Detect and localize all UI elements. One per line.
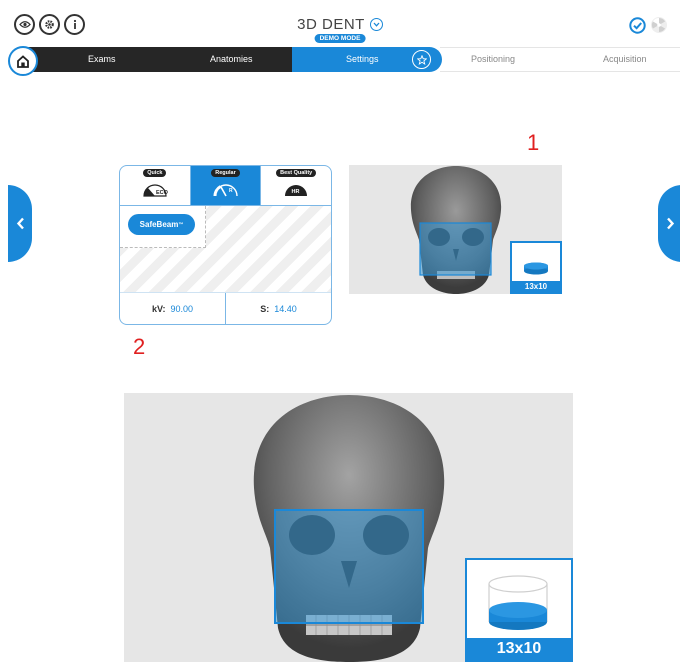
nav-item-acquisition[interactable]: Acquisition (603, 54, 647, 64)
demo-mode-badge: DEMO MODE (314, 34, 366, 43)
previous-step-button[interactable] (8, 185, 32, 262)
fov-size-label-large: 13x10 (467, 638, 571, 660)
fov-preview-large[interactable]: 13x10 (124, 393, 573, 662)
kv-value: 90.00 (170, 303, 194, 314)
safebeam-label: SafeBeam (139, 220, 179, 229)
nav-item-exams[interactable]: Exams (88, 54, 116, 64)
nav-item-positioning[interactable]: Positioning (471, 54, 515, 64)
regular-gauge-icon: R (213, 184, 238, 197)
safebeam-button[interactable]: SafeBeam ™ (128, 214, 195, 235)
title-area: 3D DENT DEMO MODE (0, 16, 680, 43)
kv-label: kV: (151, 303, 166, 314)
s-value: 14.40 (274, 303, 297, 314)
home-icon (17, 54, 29, 68)
cylinder-icon-large (488, 575, 548, 630)
svg-text:HR: HR (292, 189, 300, 195)
nav-completed-section (24, 47, 306, 72)
eco-gauge-icon: ECO (143, 184, 169, 197)
chevron-down-icon[interactable] (369, 18, 383, 31)
svg-text:ECO: ECO (156, 190, 169, 196)
radiation-icon (651, 17, 667, 33)
check-circle-icon (629, 16, 646, 34)
star-icon (416, 54, 427, 65)
kv-parameter[interactable]: kV: 90.00 (120, 293, 225, 324)
mode-options-area: SafeBeam ™ (120, 206, 331, 292)
tab-quick[interactable]: Quick ECO (120, 166, 190, 205)
favorite-button[interactable] (412, 50, 431, 69)
s-label: S: (260, 303, 270, 314)
chevron-left-icon (16, 217, 24, 230)
next-step-button[interactable] (658, 185, 680, 262)
tab-best-quality[interactable]: Best Quality HR (260, 166, 331, 205)
app-title-text: 3D DENT (297, 16, 365, 33)
tab-regular[interactable]: Regular R (189, 166, 261, 205)
chevron-right-icon (666, 217, 674, 230)
acquisition-settings-screen: 3D DENT DEMO MODE Exams Anatomies Settin… (0, 0, 680, 662)
app-title[interactable]: 3D DENT (297, 16, 383, 33)
annotation-1: 1 (527, 130, 540, 155)
tab-regular-label: Regular (211, 169, 240, 177)
cylinder-icon (524, 262, 548, 275)
header-right-icons (629, 16, 668, 34)
home-button[interactable] (8, 46, 38, 76)
mode-tabs: Quick ECO Regular R Best Quality HR (120, 166, 331, 206)
s-parameter[interactable]: S: 14.40 (225, 293, 331, 324)
acquisition-mode-card: Quick ECO Regular R Best Quality HR Safe… (119, 165, 332, 325)
safebeam-option: SafeBeam ™ (120, 206, 206, 248)
nav-item-anatomies[interactable]: Anatomies (210, 54, 253, 64)
fov-preview-small[interactable]: 13x10 (349, 165, 562, 294)
svg-text:R: R (229, 188, 233, 194)
workflow-nav: Exams Anatomies Settings Positioning Acq… (0, 47, 680, 72)
fov-size-label-small: 13x10 (512, 281, 560, 292)
tab-best-quality-label: Best Quality (276, 169, 317, 177)
tab-quick-label: Quick (143, 169, 167, 177)
nav-item-settings[interactable]: Settings (346, 54, 379, 64)
annotation-2: 2 (133, 334, 146, 359)
hr-gauge-icon: HR (285, 185, 308, 196)
safebeam-trademark: ™ (178, 221, 184, 228)
fov-size-thumbnail-small[interactable]: 13x10 (510, 241, 562, 294)
exposure-parameters: kV: 90.00 S: 14.40 (120, 292, 331, 324)
fov-size-thumbnail-large[interactable]: 13x10 (465, 558, 573, 662)
